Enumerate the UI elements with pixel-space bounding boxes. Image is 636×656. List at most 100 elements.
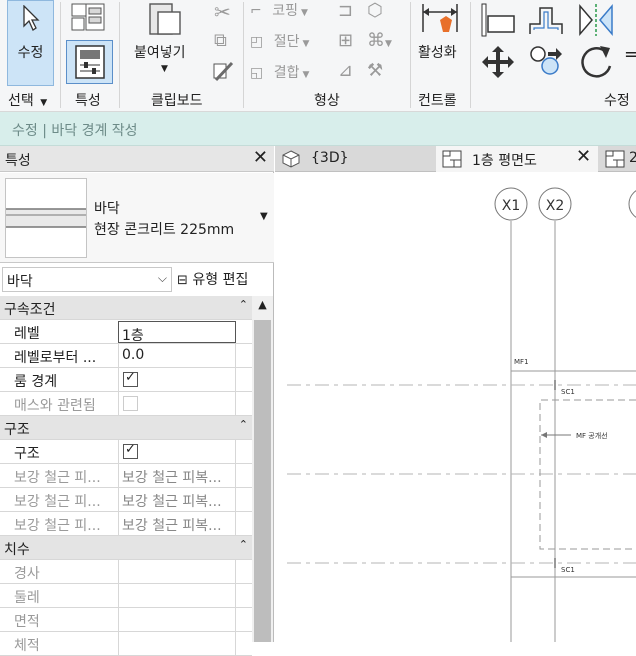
property-value-cell: ✓ (118, 440, 236, 464)
property-name: 보강 철근 피... (14, 518, 101, 534)
edit-type-button[interactable]: ⊟ 유형 편집 (177, 269, 248, 289)
activate-dimensions-icon[interactable] (420, 2, 460, 38)
properties-grid: 구속조건 ⌃ 레벨 1층 레벨로부터 ... 0.0 룸 경계 ✓ 매스와 관련됨 구조 ⌃ 구조 ✓ 보… (0, 296, 252, 656)
context-tab-label: 수정 | 바닥 경계 작성 (12, 123, 138, 139)
group-control: 컨트롤 (418, 93, 457, 109)
paste-label[interactable]: 붙여넣기 (134, 42, 186, 62)
group-geometry: 형상 (314, 93, 340, 109)
caret-down-icon[interactable]: ▼ (260, 211, 268, 222)
group-clipboard: 클립보드 (151, 93, 203, 109)
mirror-icon[interactable] (576, 2, 616, 38)
context-tab-bar[interactable]: 수정 | 바닥 경계 작성 (0, 112, 636, 146)
cope-button[interactable]: ⌐ 코핑 ▼ (250, 0, 308, 20)
scroll-up-icon[interactable]: ▲ (252, 296, 273, 316)
ribbon-separator (470, 2, 471, 108)
property-value-cell[interactable]: 1층 (118, 321, 236, 344)
property-value: 1층 (122, 328, 144, 344)
section-header[interactable]: 구속조건 ⌃ (0, 296, 252, 320)
instance-filter-value: 바닥 (7, 274, 33, 290)
type-selector[interactable]: 바닥 현장 콘크리트 225mm ▼ (0, 173, 274, 263)
activate-label[interactable]: 활성화 (418, 42, 457, 62)
collapse-chevron-icon[interactable]: ⌃ (239, 418, 248, 431)
property-row: 레벨로부터 ... 0.0 (0, 344, 252, 368)
property-value-cell[interactable]: 0.0 (118, 344, 236, 368)
close-icon[interactable]: ✕ (576, 146, 591, 167)
copy-element-icon[interactable] (526, 44, 566, 80)
property-name: 보강 철근 피... (14, 470, 101, 486)
tab-3d[interactable]: {3D} (275, 146, 435, 172)
property-row: 룸 경계 ✓ (0, 368, 252, 392)
hammer-icon[interactable]: ⚒ (367, 60, 383, 81)
cube-icon[interactable]: ⬡ (367, 0, 383, 21)
property-name: 둘레 (14, 590, 40, 606)
trim-icon[interactable]: = (624, 44, 636, 65)
cursor-arrow-icon (23, 5, 40, 31)
section-header[interactable]: 구조 ⌃ (0, 416, 252, 440)
modify-button[interactable]: 수정 (7, 0, 54, 86)
property-name: 매스와 관련됨 (14, 398, 96, 414)
paste-icon[interactable] (146, 0, 184, 36)
collapse-chevron-icon[interactable]: ⌃ (239, 538, 248, 551)
property-checkbox[interactable]: ✓ (123, 442, 138, 459)
property-row: 구조 ✓ (0, 440, 252, 464)
wall-joins-icon[interactable]: ⊐ (338, 0, 353, 21)
property-value-cell[interactable]: 보강 철근 피복... (118, 488, 236, 512)
copy-icon[interactable]: ⧉ (214, 30, 227, 51)
section-header[interactable]: 치수 ⌃ (0, 536, 252, 560)
property-value-cell[interactable] (118, 632, 236, 656)
floor-plan-icon (605, 150, 625, 168)
collapse-chevron-icon[interactable]: ⌃ (239, 298, 248, 311)
properties-panel: 특성 ✕ 바닥 현장 콘크리트 225mm ▼ 바닥 ⌵ ⊟ 유형 편집 구속조… (0, 146, 274, 656)
properties-button[interactable] (66, 40, 113, 84)
group-properties: 특성 (75, 93, 101, 109)
match-properties-icon[interactable] (212, 60, 236, 82)
property-value-cell[interactable]: 보강 철근 피복... (118, 464, 236, 488)
tab-floor-plan-2[interactable]: 2 (599, 146, 636, 172)
ribbon-separator (410, 2, 411, 108)
join-button[interactable]: ◱ 결합 ▼ (250, 62, 309, 82)
cut-geometry-button[interactable]: ◰ 절단 ▼ (250, 31, 309, 51)
align-icon[interactable] (478, 2, 518, 38)
cut-geometry-icon: ◰ (250, 34, 264, 50)
group-select[interactable]: 선택 ▼ (8, 90, 47, 110)
drawing-canvas[interactable]: X1 X2 MF1 SC1 MF 공개선 SC1 (275, 173, 636, 642)
view-tabs: {3D} 1층 평면도 ✕ 2 (275, 146, 636, 172)
properties-scrollbar[interactable]: ▲ (252, 296, 273, 642)
offset-icon[interactable] (526, 2, 566, 38)
demolish-icon[interactable]: ⊿ (338, 60, 353, 81)
property-name: 보강 철근 피... (14, 494, 101, 510)
leader-arrowhead (541, 432, 547, 438)
split-face-icon[interactable]: ⊞ (338, 30, 353, 51)
property-value-cell[interactable] (118, 584, 236, 608)
property-row: 체적 (0, 632, 252, 656)
floor-plan-drawing[interactable]: X1 X2 MF1 SC1 MF 공개선 SC1 (275, 173, 636, 642)
property-checkbox[interactable]: ✓ (123, 370, 138, 387)
tab-floor-plan-2-label: 2 (629, 150, 636, 166)
property-row: 보강 철근 피... 보강 철근 피복... (0, 512, 252, 536)
property-value-cell[interactable] (118, 608, 236, 632)
type-family-name: 바닥 (94, 201, 120, 217)
grid-bubble-x3 (628, 190, 636, 218)
instance-filter-dropdown[interactable]: 바닥 ⌵ (2, 267, 172, 292)
property-value: 보강 철근 피복... (122, 518, 222, 534)
tab-floor-plan-1[interactable]: 1층 평면도 ✕ (436, 146, 598, 172)
type-properties-icon[interactable] (68, 0, 110, 36)
close-icon[interactable]: ✕ (253, 147, 268, 168)
scroll-thumb[interactable] (254, 320, 271, 642)
modify-label: 수정 (17, 45, 44, 61)
property-value-cell[interactable]: 보강 철근 피복... (118, 512, 236, 536)
paint-icon[interactable]: ⌘▼ (367, 30, 392, 51)
rotate-icon[interactable] (576, 44, 616, 80)
property-row: 보강 철근 피... 보강 철근 피복... (0, 488, 252, 512)
group-select-label: 선택 (8, 93, 34, 109)
group-modify: 수정 (604, 93, 630, 109)
floor-plan-icon (442, 150, 462, 168)
cut-icon[interactable]: ✂ (214, 0, 231, 24)
cope-icon: ⌐ (250, 3, 262, 19)
annotation-open-line: MF 공개선 (576, 431, 608, 440)
property-row: 둘레 (0, 584, 252, 608)
move-icon[interactable] (478, 44, 518, 80)
property-value-cell[interactable] (118, 560, 236, 584)
properties-icon (75, 45, 105, 79)
caret-down-icon[interactable]: ▼ (161, 64, 168, 74)
